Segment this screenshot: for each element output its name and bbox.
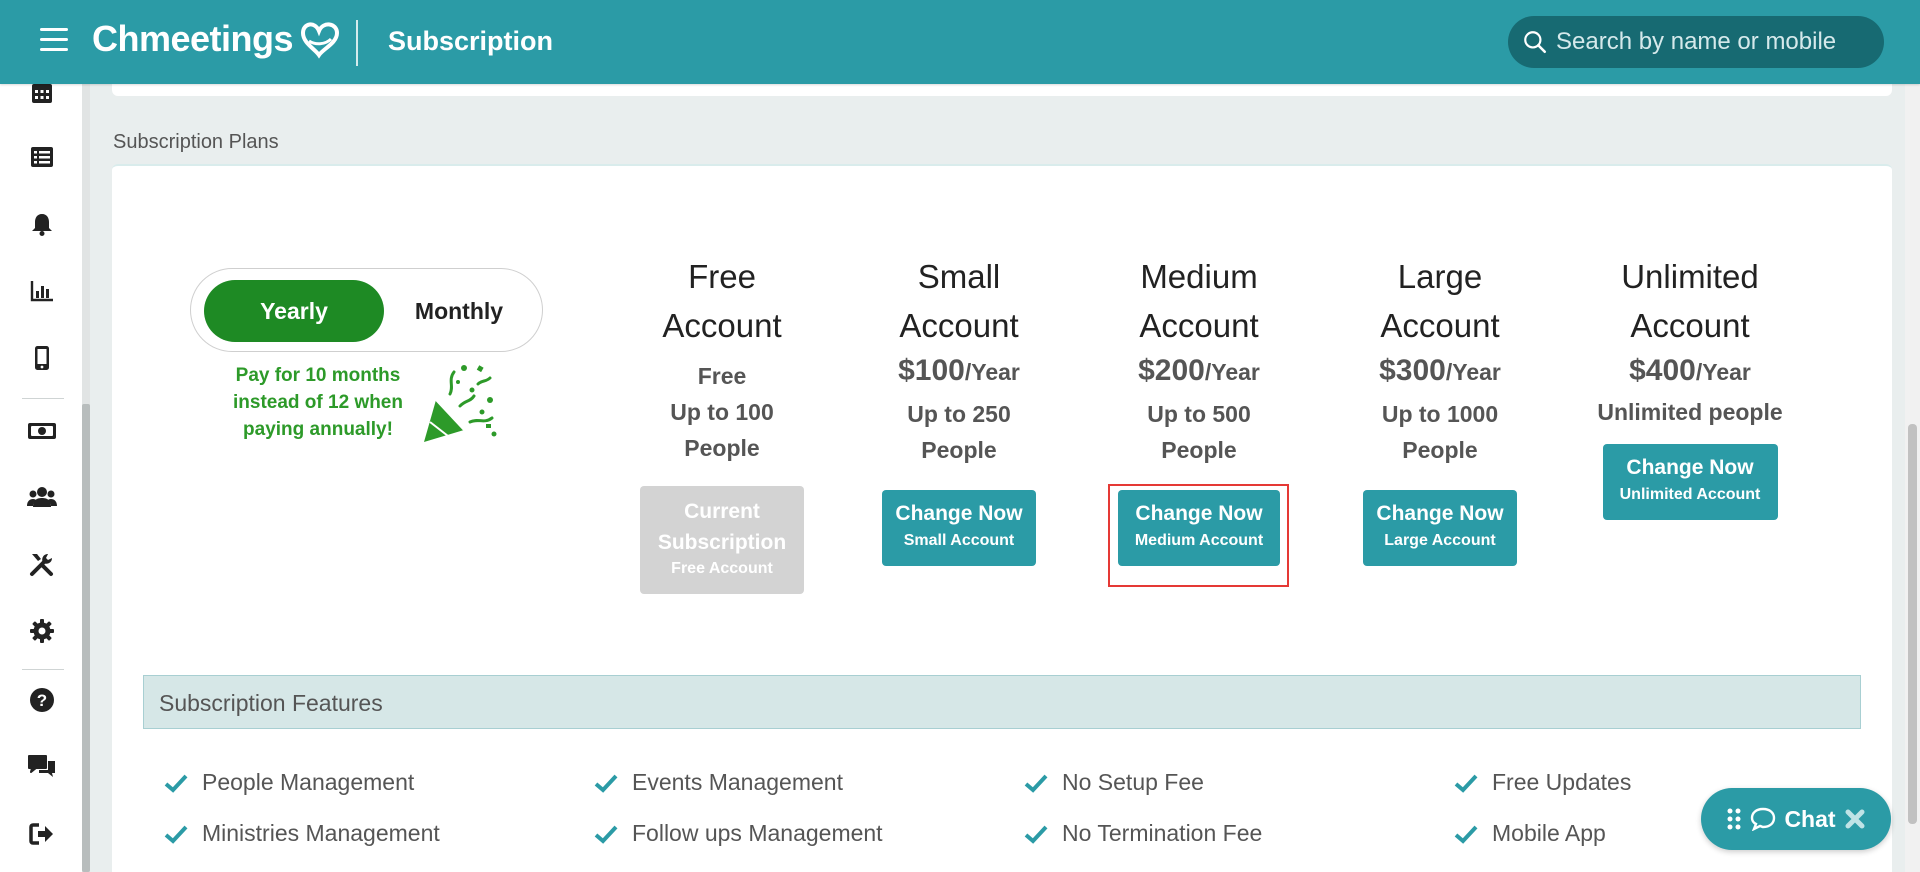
chat-button[interactable]: Chat	[1701, 788, 1891, 850]
page-scrollbar-thumb[interactable]	[1908, 424, 1917, 824]
features-title: Subscription Features	[159, 690, 383, 716]
feature-item: People Management	[164, 769, 414, 796]
party-popper-icon	[424, 365, 497, 442]
plan-name: Large Account	[1380, 258, 1500, 344]
plan-small: Small Account $100/Year Up to 250 People C…	[869, 252, 1049, 566]
plan-price: $200/Year	[1138, 354, 1260, 387]
annual-promo-text: Pay for 10 months instead of 12 when pay…	[233, 365, 403, 440]
plan-people: Up to 100 People	[670, 399, 774, 461]
close-icon[interactable]	[1844, 808, 1866, 830]
billing-toggle: Yearly Monthly	[190, 268, 543, 352]
plan-people: Up to 250 People	[907, 401, 1011, 463]
plan-price: $400/Year	[1629, 354, 1751, 387]
sign-out-icon[interactable]	[27, 819, 57, 849]
check-icon	[594, 774, 618, 793]
tools-icon[interactable]	[27, 549, 57, 579]
chat-label: Chat	[1784, 805, 1836, 832]
feature-item: No Termination Fee	[1024, 820, 1262, 847]
plan-people: Unlimited people	[1597, 399, 1783, 425]
sidebar-divider	[22, 669, 64, 670]
page-scrollbar[interactable]	[1905, 84, 1920, 872]
plan-price: $300/Year	[1379, 354, 1501, 387]
header-divider	[356, 20, 358, 66]
search-box[interactable]	[1508, 16, 1884, 68]
list-icon[interactable]	[27, 142, 57, 172]
feature-item: Free Updates	[1454, 769, 1631, 796]
search-input[interactable]	[1556, 28, 1876, 56]
check-icon	[1454, 774, 1478, 793]
bell-icon[interactable]	[27, 209, 57, 239]
change-now-small-button[interactable]: Change Now Small Account	[882, 490, 1036, 566]
plan-people: Up to 1000 People	[1381, 401, 1499, 463]
check-icon	[1024, 774, 1048, 793]
plan-price: $100/Year	[898, 354, 1020, 387]
page-title: Subscription	[388, 26, 554, 56]
feature-item: Ministries Management	[164, 820, 440, 847]
check-icon	[594, 825, 618, 844]
check-icon	[164, 825, 188, 844]
hamburger-menu-icon[interactable]	[40, 28, 68, 54]
plan-large: Large Account $300/Year Up to 1000 People …	[1350, 252, 1530, 566]
check-icon	[164, 774, 188, 793]
sidebar-scrollbar-thumb[interactable]	[82, 404, 90, 872]
change-now-large-button[interactable]: Change Now Large Account	[1363, 490, 1517, 566]
highlight-box	[1108, 484, 1289, 587]
feature-item: Mobile App	[1454, 820, 1606, 847]
feature-item: No Setup Fee	[1024, 769, 1204, 796]
features-header: Subscription Features	[143, 675, 1861, 729]
change-now-unlimited-button[interactable]: Change Now Unlimited Account	[1602, 444, 1778, 520]
monthly-toggle-button[interactable]: Monthly	[394, 280, 524, 342]
money-icon[interactable]	[27, 416, 57, 446]
search-icon	[1524, 31, 1547, 54]
plan-name: Free Account	[662, 258, 782, 344]
feature-item: Events Management	[594, 769, 843, 796]
chat-bubble-icon	[1751, 807, 1776, 831]
bar-chart-icon[interactable]	[27, 276, 57, 306]
feature-item: Follow ups Management	[594, 820, 883, 847]
plan-name: Medium Account	[1139, 258, 1259, 344]
yearly-toggle-button[interactable]: Yearly	[204, 280, 384, 342]
logo-heart-icon	[301, 22, 340, 59]
sidebar-scrollbar[interactable]	[82, 84, 90, 872]
plans-caption: Subscription Plans	[113, 131, 279, 153]
plan-name: Small Account	[899, 258, 1019, 344]
sidebar-divider	[22, 398, 64, 399]
plan-free: Free Account Free Up to 100 People Current…	[632, 252, 812, 594]
grip-icon[interactable]	[1726, 807, 1742, 831]
comments-icon[interactable]	[27, 752, 57, 782]
check-icon	[1024, 825, 1048, 844]
plan-name: Unlimited Account	[1621, 258, 1759, 344]
plan-price: Free	[697, 363, 747, 389]
mobile-icon[interactable]	[27, 343, 57, 373]
sidebar: ?	[0, 84, 84, 872]
help-icon[interactable]: ?	[27, 685, 57, 715]
gear-icon[interactable]	[27, 616, 57, 646]
svg-text:?: ?	[37, 691, 47, 710]
users-icon[interactable]	[27, 482, 57, 512]
top-bar: Chmeetings Subscription	[0, 0, 1920, 84]
check-icon	[1454, 825, 1478, 844]
plan-unlimited: Unlimited Account $400/Year Unlimited peo…	[1575, 252, 1805, 520]
app-logo-text: Chmeetings	[92, 18, 294, 59]
current-subscription-button: Current Subscription Free Account	[640, 486, 804, 594]
app-logo[interactable]: Chmeetings	[92, 18, 343, 60]
plan-people: Up to 500 People	[1147, 401, 1251, 463]
